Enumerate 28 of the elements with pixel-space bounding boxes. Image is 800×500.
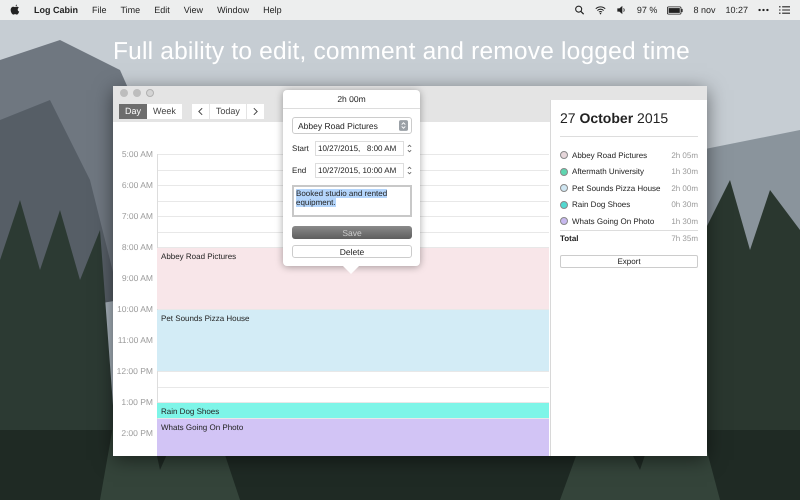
battery-percentage: 97 %	[636, 5, 658, 15]
hour-label: 6:00 AM	[120, 180, 154, 190]
project-name: Rain Dog Shoes	[572, 200, 632, 210]
project-duration: 2h 00m	[671, 184, 698, 193]
project-name: Whats Going On Photo	[572, 216, 656, 226]
hour-label: 7:00 AM	[120, 211, 154, 221]
hour-label: 5:00 AM	[120, 149, 154, 159]
project-name: Abbey Road Pictures	[572, 150, 648, 160]
hour-label: 1:00 PM	[120, 397, 154, 407]
hour-label: 8:00 AM	[120, 242, 154, 252]
hour-label: 10:00 AM	[116, 304, 154, 314]
project-duration: 2h 05m	[671, 150, 698, 160]
project-name: Pet Sounds Pizza House	[572, 184, 662, 193]
project-duration: 0h 30m	[671, 200, 698, 210]
project-name: Aftermath University	[572, 167, 646, 176]
hour-label: 2:00 PM	[120, 428, 154, 438]
hour-label: 11:00 AM	[116, 335, 154, 345]
entry-duration: 2h 00m	[283, 90, 420, 109]
end-label: End	[292, 166, 308, 175]
total-label: Total	[560, 234, 580, 244]
start-label: Start	[292, 144, 310, 153]
total-duration: 7h 35m	[671, 234, 698, 244]
hour-label: 9:00 AM	[120, 273, 154, 283]
headline: Full ability to edit, comment and remove logged time	[113, 38, 690, 66]
project-duration: 1h 30m	[671, 167, 698, 176]
project-duration: 1h 30m	[671, 216, 698, 226]
hour-label: 12:00 PM	[116, 366, 154, 376]
day-heading: 27 October 2015	[560, 110, 698, 137]
